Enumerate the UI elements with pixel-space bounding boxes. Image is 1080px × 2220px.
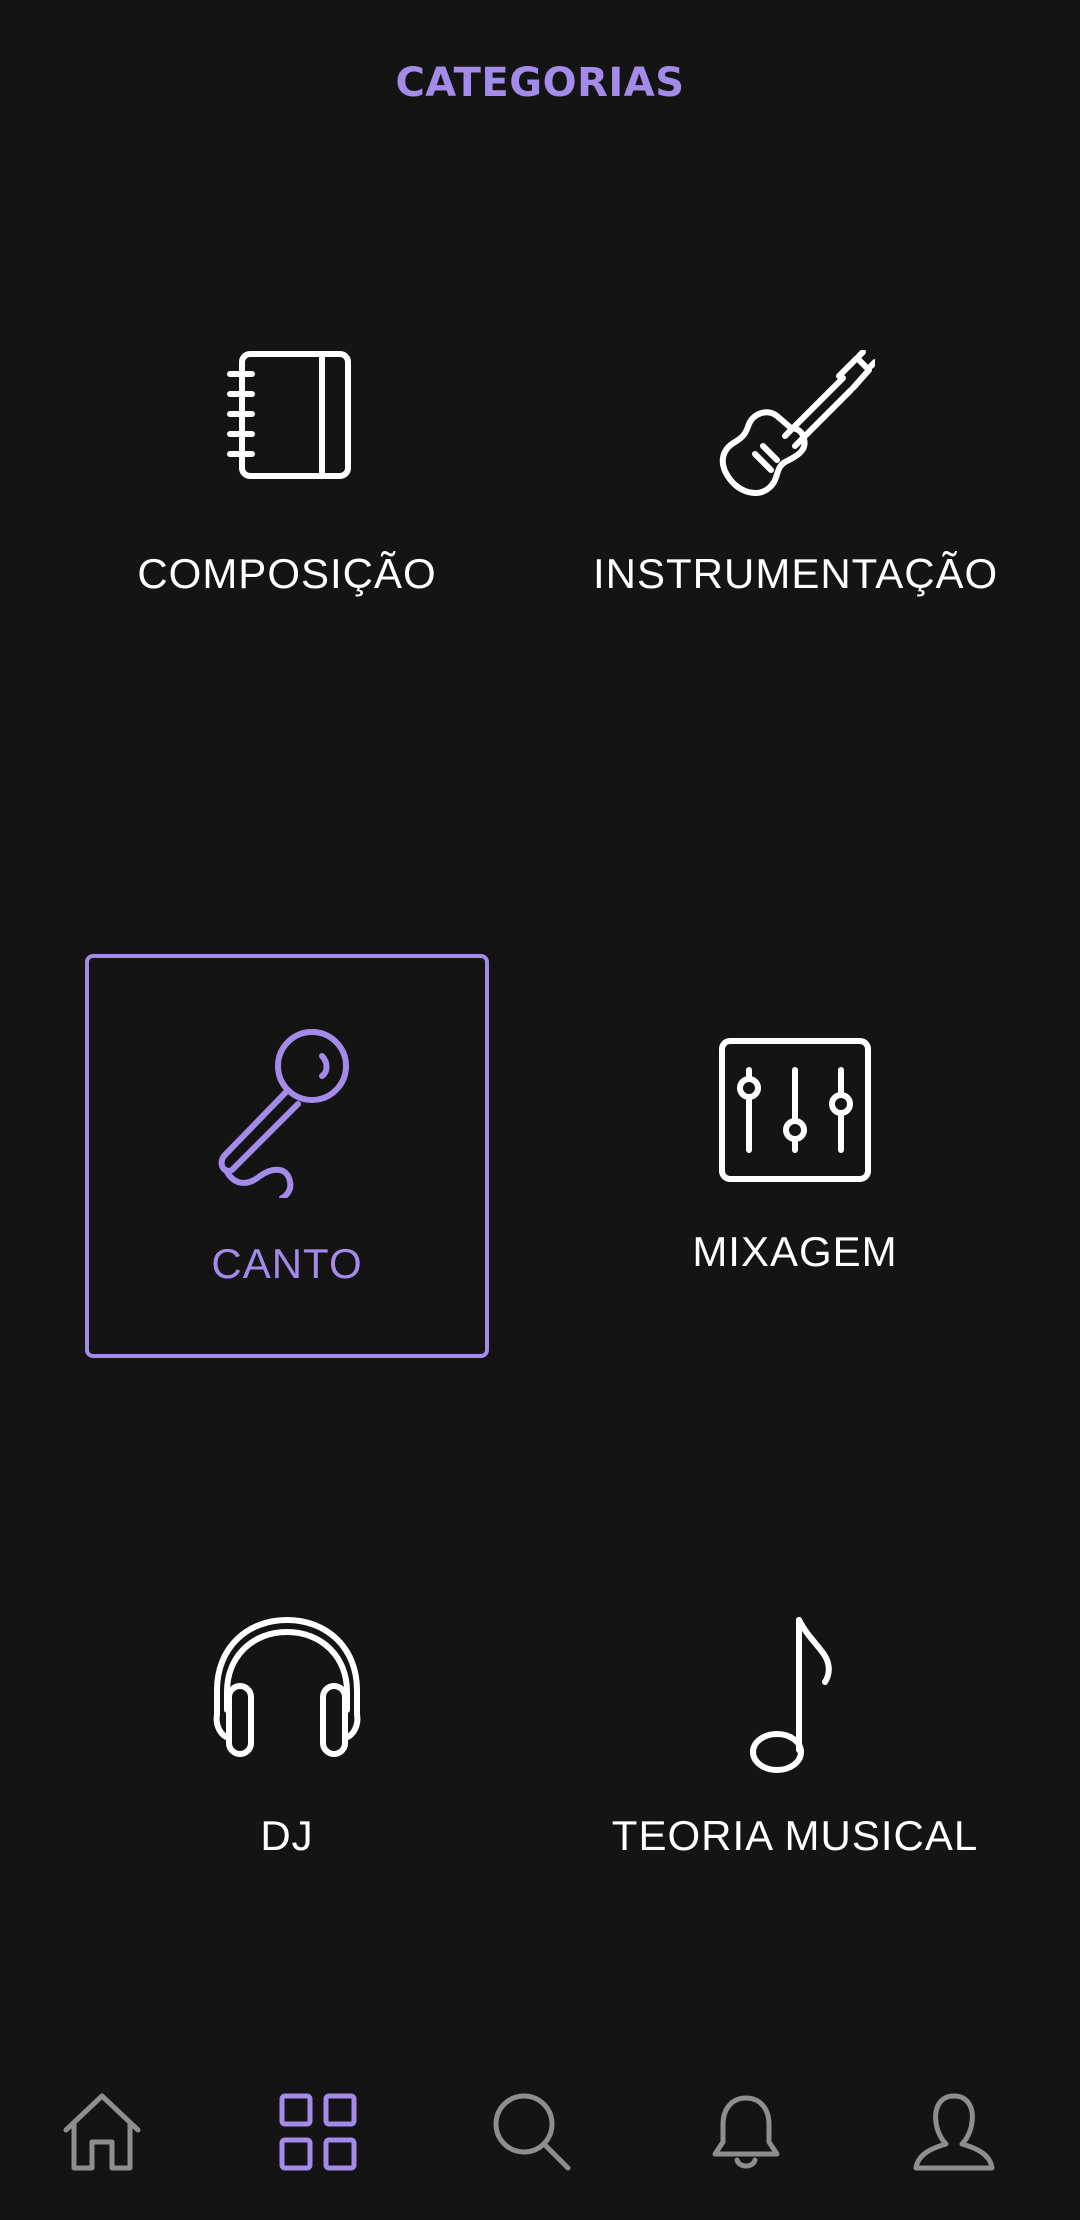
category-instrumentacao[interactable]: INSTRUMENTAÇÃO [593,278,997,682]
search-icon [493,2093,571,2171]
grid-icon [279,2093,357,2171]
bell-icon [712,2095,780,2169]
category-mixagem[interactable]: MIXAGEM [593,954,997,1358]
category-composicao[interactable]: COMPOSIÇÃO [85,278,489,682]
home-icon [63,2093,141,2171]
category-canto[interactable]: CANTO [85,954,489,1358]
category-label: DJ [260,1812,314,1859]
nav-profile[interactable] [894,2072,1014,2192]
category-label: TEORIA MUSICAL [611,1812,979,1859]
nav-notifications[interactable] [686,2072,806,2192]
category-label: CANTO [211,1240,363,1287]
nav-categories[interactable] [258,2072,378,2192]
headphones-icon [85,1614,489,1758]
category-dj[interactable]: DJ [85,1540,489,1944]
bottom-navigation [0,2072,1080,2192]
music-note-icon [593,1614,997,1778]
category-label: INSTRUMENTAÇÃO [593,550,999,597]
category-teoria-musical[interactable]: TEORIA MUSICAL [593,1540,997,1944]
nav-home[interactable] [42,2072,162,2192]
notebook-icon [85,350,489,480]
guitar-icon [593,350,997,510]
page-title: CATEGORIAS [395,60,685,106]
category-label: COMPOSIÇÃO [137,550,437,597]
nav-search[interactable] [472,2072,592,2192]
microphone-icon [89,1028,485,1198]
mixer-sliders-icon [593,1038,997,1182]
profile-icon [913,2093,995,2171]
category-label: MIXAGEM [692,1228,898,1275]
